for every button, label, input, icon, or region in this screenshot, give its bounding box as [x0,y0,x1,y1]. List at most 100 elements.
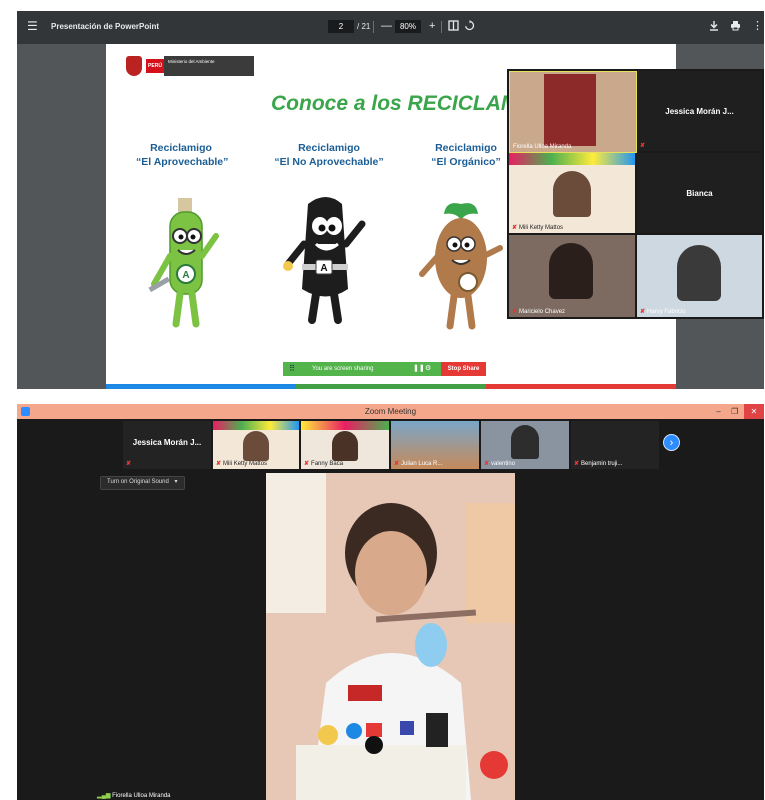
participant-name-text: Mili Ketty Mattos [519,225,564,231]
mascot-label-line2: “El Aprovechable” [136,156,229,168]
fit-page-icon[interactable] [448,20,459,34]
video-feed-image [549,243,593,299]
strip-video-tile[interactable]: ✘ Julian Luca R... [391,421,479,469]
slide-color-bar [106,384,676,389]
video-feed-image [332,431,358,461]
participant-name: ✘ Maricielo Chavez [512,309,566,315]
original-sound-label: Turn on Original Sound [107,479,169,485]
window-titlebar: Zoom Meeting – ❐ ✕ [17,404,764,419]
ministry-logo: PERÚ Ministerio del Ambiente [126,54,254,78]
virtual-background-image [301,421,389,430]
participant-name: ✘ Benjamin truji... [574,461,623,467]
black-bag-mascot-image: A [283,197,366,324]
svg-text:A: A [182,270,189,281]
video-feed-image [243,431,269,461]
video-tile[interactable]: ✘ Harvy Fabricio [637,235,762,317]
participant-name: Jessica Morán J... [665,107,734,116]
participant-name-text: valentino [491,461,516,467]
chevron-down-icon[interactable]: ▾ [175,479,178,485]
pdf-viewer-window: ☰ Presentación de PowerPoint 2 / 21 — 80… [17,11,764,389]
peru-crest-icon [126,56,142,76]
organic-seed-mascot-image [419,203,503,330]
maximize-button[interactable]: ❐ [728,404,742,419]
logo-peru-text: PERÚ [146,59,164,73]
window-controls: – ❐ ✕ [712,404,764,419]
minimize-button[interactable]: – [712,404,726,419]
participant-name-text: Fiorella Ulloa Miranda [513,144,572,150]
next-page-arrow-icon[interactable]: › [663,434,680,451]
page-total: / 21 [357,22,371,31]
more-vertical-icon[interactable]: ⋮ [752,20,763,32]
drag-handle-icon[interactable]: ⠿ [289,362,295,376]
strip-video-tile[interactable]: ✘ valentino [481,421,569,469]
muted-mic-icon: ✘ [640,143,646,149]
video-tile[interactable]: ✘ Mili Ketty Mattos [509,153,635,233]
participant-name: ✘ Mili Ketty Mattos [216,461,268,467]
screen-share-bar: ⠿ You are screen sharing ❚❚ ⚙ Stop Share [283,362,486,376]
participant-name: ✘ Fanny Baca [304,461,344,467]
mascot-label-aprovechable: Reciclamigo “El Aprovechable” [136,141,229,169]
strip-video-tile[interactable]: ✘ Fanny Baca [301,421,389,469]
participant-name: Jessica Morán J... [132,438,202,447]
strip-video-tile[interactable]: Jessica Morán J... ✘ [123,421,211,469]
participant-name-text: Fanny Baca [311,461,344,467]
active-speaker-video-image [266,473,515,800]
participant-name-text: Maricielo Chavez [519,309,566,315]
participant-name: ✘ Julian Luca R... [394,461,443,467]
slide-title: Conoce a los RECICLAMI [271,92,525,115]
zoom-app-icon [21,407,30,416]
signal-strength-icon: ▂▄▆ [97,793,111,799]
strip-video-tile[interactable]: ✘ Benjamin truji... [571,421,659,469]
mascot-label-line1: Reciclamigo [298,142,360,154]
zoom-level-input[interactable]: 80% [395,20,421,33]
video-tile[interactable]: ✘ Maricielo Chavez [509,235,635,317]
mascot-label-line1: Reciclamigo [150,142,212,154]
active-speaker-name-text: Fiorella Ulloa Miranda [112,793,171,799]
original-sound-button[interactable]: Turn on Original Sound ▾ [100,476,185,490]
participant-name: Fiorella Ulloa Miranda [513,144,571,150]
video-tile[interactable]: Jessica Morán J... ✘ [637,71,762,151]
color-bar-green [296,384,486,389]
mascot-label-line2: “El Orgánico” [431,156,501,168]
color-bar-red [486,384,676,389]
participant-name: Bianca [686,189,713,198]
mascot-label-line1: Reciclamigo [435,142,497,154]
participant-name-text: Benjamin truji... [581,461,623,467]
video-feed-image [544,74,596,146]
window-title: Zoom Meeting [364,407,417,416]
video-tile[interactable]: Bianca [637,153,762,233]
toolbar-divider [373,21,374,33]
video-feed-image [553,171,591,217]
participant-name-text: Mili Ketty Mattos [223,461,268,467]
participant-name: ✘ valentino [484,461,516,467]
stop-share-button[interactable]: Stop Share [441,362,486,376]
rotate-icon[interactable] [464,20,475,34]
logo-ministry-text: Ministerio del Ambiente [164,56,254,76]
pdf-toolbar: ☰ Presentación de PowerPoint 2 / 21 — 80… [17,11,764,44]
muted-mic-icon: ✘ [126,461,132,467]
strip-video-tile[interactable]: ✘ Mili Ketty Mattos [213,421,299,469]
video-feed-image [511,425,539,459]
participant-name: ✘ Mili Ketty Mattos [512,225,564,231]
pause-share-icon[interactable]: ❚❚ [413,362,425,376]
color-bar-blue [106,384,296,389]
zoom-out-button[interactable]: — [381,20,392,32]
participant-name-text: Harvy Fabricio [647,309,686,315]
share-settings-icon[interactable]: ⚙ [425,362,431,376]
download-icon[interactable] [709,20,719,34]
video-gallery-overlay: Fiorella Ulloa Miranda Jessica Morán J..… [507,69,764,319]
zoom-meeting-window: Zoom Meeting – ❐ ✕ Jessica Morán J... ✘ … [17,404,764,800]
document-title: Presentación de PowerPoint [51,22,160,31]
video-tile[interactable]: Fiorella Ulloa Miranda [509,71,637,153]
virtual-background-image [213,421,299,430]
menu-icon[interactable]: ☰ [27,20,39,32]
participant-name-text: Julian Luca R... [401,461,443,467]
mascot-label-organico: Reciclamigo “El Orgánico” [426,141,506,169]
zoom-in-button[interactable]: + [429,20,435,32]
mascot-label-line2: “El No Aprovechable” [274,156,384,168]
active-speaker-video[interactable] [266,473,515,800]
active-speaker-name: ▂▄▆ Fiorella Ulloa Miranda [97,792,171,799]
close-button[interactable]: ✕ [744,404,764,419]
page-number-input[interactable]: 2 [328,20,354,33]
print-icon[interactable] [730,20,741,34]
